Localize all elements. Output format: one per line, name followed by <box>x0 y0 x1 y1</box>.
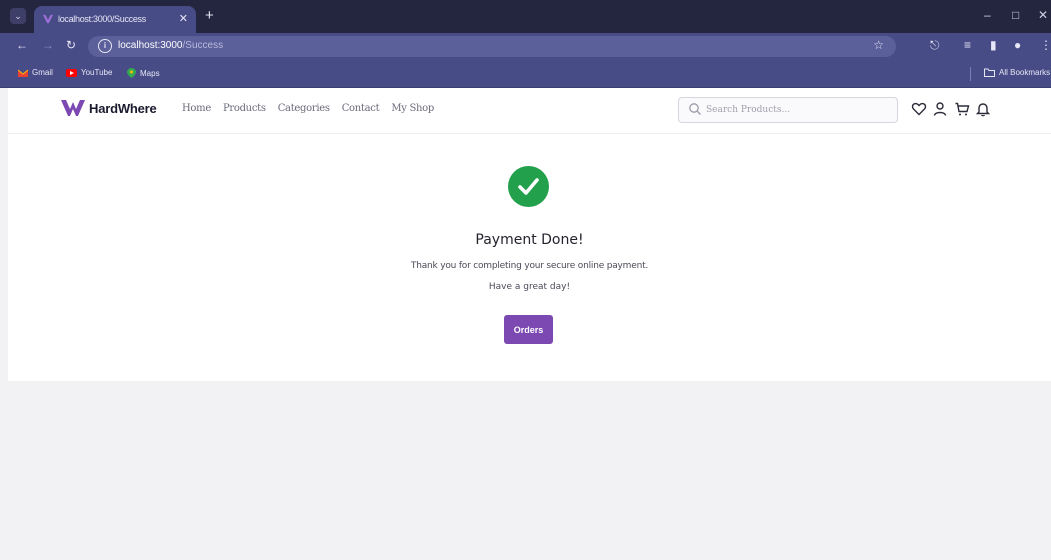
bookmark-gmail[interactable]: Gmail <box>18 68 53 77</box>
bookmark-youtube[interactable]: YouTube <box>66 68 112 77</box>
notification-bell-icon[interactable] <box>975 101 991 117</box>
browser-tab[interactable]: localhost:3000/Success ✕ <box>34 6 196 33</box>
main-nav: Home Products Categories Contact My Shop <box>182 103 434 114</box>
cart-icon[interactable] <box>954 101 970 117</box>
wishlist-heart-icon[interactable] <box>911 101 927 117</box>
browser-toolbar: ← → ↻ i localhost:3000/Success ☆ ⎋ ≡ ▮ ●… <box>0 33 1051 60</box>
nav-link-products[interactable]: Products <box>223 103 266 114</box>
orders-button[interactable]: Orders <box>504 315 553 344</box>
nav-link-contact[interactable]: Contact <box>342 103 380 114</box>
success-message: Thank you for completing your secure onl… <box>410 261 649 271</box>
forward-icon[interactable]: → <box>42 38 54 52</box>
site-favicon-icon <box>43 14 53 24</box>
brand-name: HardWhere <box>89 100 157 116</box>
youtube-icon <box>66 68 77 77</box>
all-bookmarks-label: All Bookmarks <box>999 68 1051 77</box>
nav-link-categories[interactable]: Categories <box>278 103 330 114</box>
bookmarks-bar: Gmail YouTube Maps All Bookmarks <box>0 60 1051 88</box>
new-tab-icon[interactable]: + <box>205 7 214 24</box>
tab-title: localhost:3000/Success <box>58 14 146 24</box>
brand[interactable]: HardWhere <box>61 100 157 116</box>
restore-icon[interactable]: □ <box>1012 8 1019 22</box>
bookmark-label: YouTube <box>81 68 113 77</box>
bookmark-maps[interactable]: Maps <box>127 68 160 78</box>
tab-search-icon[interactable]: ⌄ <box>10 8 26 24</box>
folder-icon <box>984 68 995 77</box>
url-host: localhost:3000/Success <box>118 40 224 51</box>
url-path: /Success <box>182 40 224 51</box>
brand-logo-icon <box>61 100 85 116</box>
browser-menu-icon[interactable]: ⋮ <box>1040 38 1051 52</box>
all-bookmarks[interactable]: All Bookmarks <box>984 68 1050 77</box>
gmail-icon <box>18 69 28 77</box>
site-info-icon[interactable]: i <box>98 39 112 53</box>
account-user-icon[interactable] <box>932 101 948 117</box>
success-title: Payment Done! <box>475 232 584 248</box>
maps-icon <box>127 68 136 78</box>
payment-success-card: Payment Done! Thank you for completing y… <box>8 134 1051 381</box>
product-search[interactable] <box>678 97 898 123</box>
nav-link-my-shop[interactable]: My Shop <box>391 103 434 114</box>
minimize-icon[interactable]: – <box>984 8 991 22</box>
bookmark-label: Gmail <box>32 68 53 77</box>
extensions-icon[interactable]: ⎋ <box>930 38 940 53</box>
profile-avatar-icon[interactable]: ● <box>1014 38 1021 52</box>
close-window-icon[interactable]: ✕ <box>1038 8 1048 22</box>
browser-tab-strip: ⌄ localhost:3000/Success ✕ + – □ ✕ <box>0 0 1051 33</box>
page-viewport: HardWhere Home Products Categories Conta… <box>8 88 1051 560</box>
bookmarks-divider <box>970 67 971 81</box>
side-panel-icon[interactable]: ▮ <box>990 38 997 52</box>
reading-list-icon[interactable]: ≡ <box>964 38 971 52</box>
bookmark-label: Maps <box>140 68 160 78</box>
success-check-icon <box>508 166 549 207</box>
reload-icon[interactable]: ↻ <box>66 38 76 52</box>
back-icon[interactable]: ← <box>16 38 28 52</box>
nav-link-home[interactable]: Home <box>182 103 211 114</box>
site-navbar: HardWhere Home Products Categories Conta… <box>8 88 1051 134</box>
address-bar[interactable]: i localhost:3000/Success ☆ <box>88 36 896 57</box>
search-icon <box>689 103 701 115</box>
tab-close-icon[interactable]: ✕ <box>179 12 188 25</box>
bookmark-star-icon[interactable]: ☆ <box>873 38 884 52</box>
search-input[interactable] <box>706 102 886 118</box>
success-greeting: Have a great day! <box>488 282 571 292</box>
